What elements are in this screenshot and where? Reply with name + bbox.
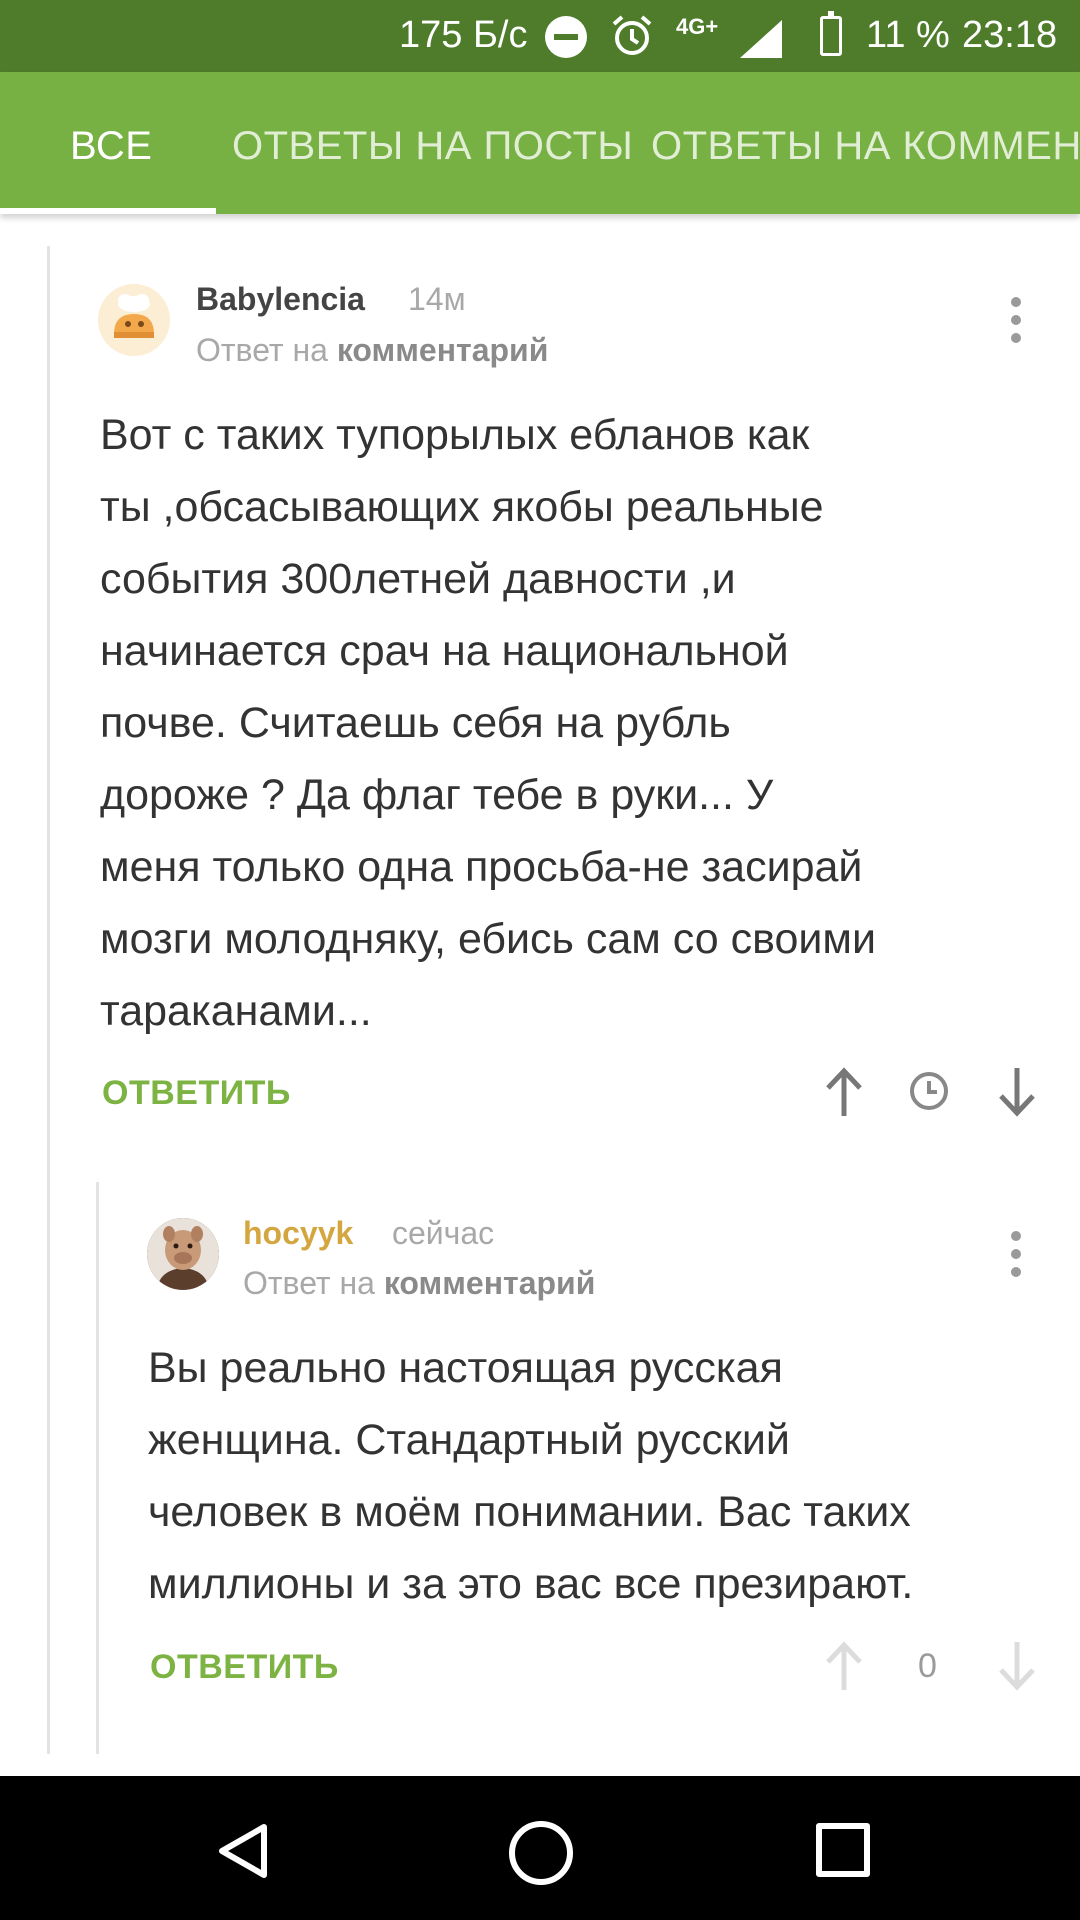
comment-line: почве. Считаешь себя на рубль — [100, 699, 731, 747]
comment-line: тараканами... — [100, 987, 372, 1035]
comment-body: Вот с таких тупорылых ебланов как ты ,об… — [100, 399, 876, 1047]
downvote-icon[interactable] — [995, 1066, 1039, 1118]
comment-line: меня только одна просьба-не засирай — [100, 843, 863, 891]
tab-post-replies[interactable]: ОТВЕТЫ НА ПОСТЫ — [232, 124, 633, 169]
vote-score: 0 — [918, 1647, 937, 1685]
comment-time: 14м — [408, 281, 466, 317]
comment-body: Вы реально настоящая русская женщина. Ст… — [148, 1332, 913, 1620]
tab-bar: ВСЕ ОТВЕТЫ НА ПОСТЫ ОТВЕТЫ НА КОММЕНТ — [0, 72, 1080, 214]
comment-line: Вы реально настоящая русская — [148, 1344, 783, 1392]
author-name[interactable]: Babylencia — [196, 281, 365, 318]
reply-button[interactable]: ОТВЕТИТЬ — [150, 1648, 339, 1687]
status-bar: 175 Б/с 4G+ 11 % 23:18 — [0, 0, 1080, 72]
avatar[interactable] — [147, 1218, 219, 1290]
comment-line: женщина. Стандартный русский — [148, 1416, 790, 1464]
tab-comment-replies[interactable]: ОТВЕТЫ НА КОММЕНТ — [651, 124, 1080, 169]
comment-line: дороже ? Да флаг тебе в руки... У — [100, 771, 774, 819]
clock-icon — [910, 1072, 948, 1110]
author-name[interactable]: hocyyk — [243, 1215, 353, 1252]
network-type: 4G+ — [676, 14, 719, 39]
tab-all[interactable]: ВСЕ — [70, 124, 152, 169]
reply-target-link[interactable]: комментарий — [337, 332, 549, 368]
reply-to-line: Ответ на комментарий — [243, 1265, 595, 1302]
thread-line-nested — [96, 1182, 99, 1754]
comment-line: события 300летней давности ,и — [100, 555, 736, 603]
comment-line: ты ,обсасывающих якобы реальные — [100, 483, 824, 531]
back-icon[interactable] — [216, 1823, 270, 1879]
comment-line: начинается срач на национальной — [100, 627, 789, 675]
reply-prefix: Ответ на — [196, 332, 328, 368]
alarm-icon — [610, 14, 654, 68]
do-not-disturb-icon — [545, 16, 587, 58]
signal-icon — [740, 20, 782, 58]
reply-prefix: Ответ на — [243, 1265, 375, 1301]
reply-button[interactable]: ОТВЕТИТЬ — [102, 1074, 291, 1113]
upvote-icon[interactable] — [822, 1640, 866, 1692]
comment-line: Вот с таких тупорылых ебланов как — [100, 411, 810, 459]
comment-line: мозги молодняку, ебись сам со своими — [100, 915, 877, 963]
comment-time: сейчас — [392, 1215, 495, 1251]
battery-icon — [820, 11, 842, 56]
recent-apps-icon[interactable] — [816, 1823, 870, 1877]
avatar[interactable] — [98, 284, 170, 356]
more-options-icon[interactable] — [1001, 1209, 1031, 1299]
reply-target-link[interactable]: комментарий — [384, 1265, 596, 1301]
reply-to-line: Ответ на комментарий — [196, 332, 548, 369]
thread-line — [47, 246, 50, 1754]
clock: 23:18 — [962, 14, 1058, 56]
downvote-icon[interactable] — [995, 1640, 1039, 1692]
comment-line: миллионы и за это вас все презирают. — [148, 1560, 914, 1608]
more-options-icon[interactable] — [1001, 275, 1031, 365]
tab-indicator — [0, 208, 216, 214]
home-icon[interactable] — [509, 1821, 573, 1885]
battery-level: 11 % — [866, 14, 950, 56]
upvote-icon[interactable] — [822, 1066, 866, 1118]
network-speed: 175 Б/с — [399, 14, 528, 56]
comment-line: человек в моём понимании. Вас таких — [148, 1488, 911, 1536]
